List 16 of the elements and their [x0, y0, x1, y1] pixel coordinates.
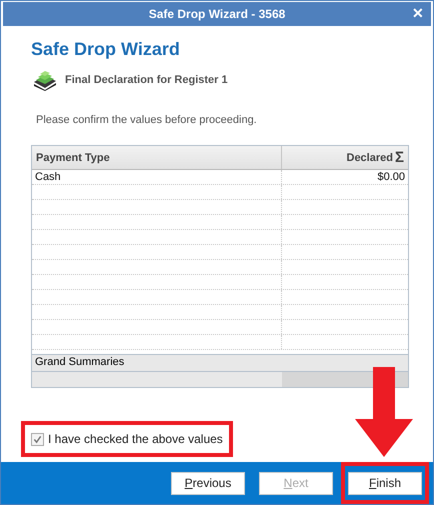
wizard-heading: Safe Drop Wizard: [31, 39, 181, 60]
sum-icon: Σ: [394, 149, 404, 166]
column-header[interactable]: Payment Type: [32, 146, 282, 169]
table-cell-text: $0.00: [376, 170, 406, 184]
summary-label: Grand Summaries: [32, 354, 408, 371]
wizard-button[interactable]: Finish: [348, 472, 422, 494]
wizard-button[interactable]: Previous: [171, 472, 245, 494]
column-header[interactable]: Declared Σ: [282, 146, 408, 169]
instruction-text: Please confirm the values before proceeding.: [36, 114, 258, 126]
cash-stack-icon: [33, 69, 57, 91]
step-title: Final Declaration for Register 1: [65, 74, 228, 86]
table-cell: Cash: [32, 170, 282, 184]
close-button[interactable]: ✕: [409, 4, 427, 22]
window-title: Safe Drop Wizard - 3568: [148, 7, 286, 21]
confirm-checkbox[interactable]: I have checked the above values: [31, 432, 223, 446]
checkbox[interactable]: [31, 432, 44, 446]
